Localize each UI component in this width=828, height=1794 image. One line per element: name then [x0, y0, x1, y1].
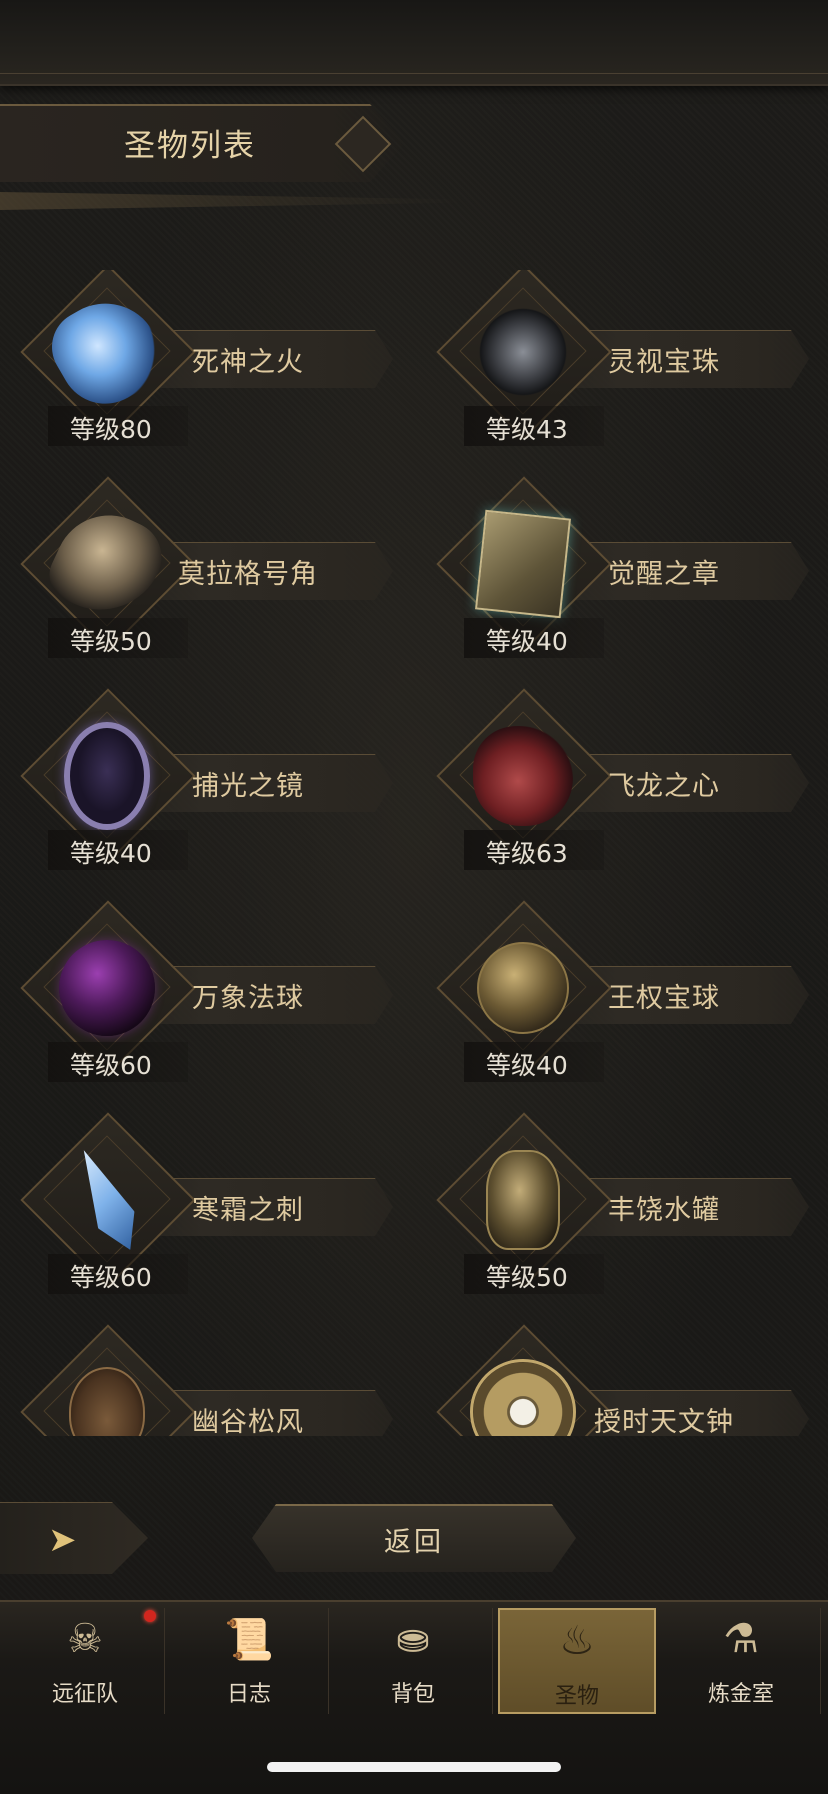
- relic-art: [53, 1358, 161, 1436]
- relic-level: 等级40: [70, 839, 152, 868]
- relic-art: [469, 1146, 577, 1254]
- astronomical-clock-icon: [470, 1359, 576, 1436]
- relic-name: 万象法球: [192, 983, 304, 1014]
- home-indicator: [267, 1762, 561, 1772]
- relic-name: 觉醒之章: [608, 559, 720, 590]
- alchemy-icon: ⚗: [723, 1616, 759, 1662]
- nav-tab[interactable]: ♨ 圣物: [498, 1608, 656, 1714]
- relic-card[interactable]: 灵视宝珠等级43: [424, 270, 814, 450]
- relic-card[interactable]: 死神之火等级80: [8, 270, 398, 450]
- relic-card[interactable]: 万象法球等级60: [8, 900, 398, 1086]
- nav-tab[interactable]: ☠ 远征队: [6, 1608, 165, 1714]
- relic-art: [40, 497, 174, 631]
- relic-card[interactable]: 丰饶水罐等级50: [424, 1112, 814, 1298]
- relic-level: 等级50: [486, 1263, 568, 1292]
- relic-level: 等级63: [486, 839, 568, 868]
- tome-icon: [475, 509, 571, 619]
- royal-orb-icon: [477, 942, 569, 1034]
- relic-name: 飞龙之心: [608, 771, 720, 802]
- relic-card[interactable]: 觉醒之章等级40: [424, 476, 814, 662]
- relic-level: 等级60: [70, 1263, 152, 1292]
- relic-level: 等级80: [70, 415, 152, 444]
- nav-tab-label: 炼金室: [707, 1682, 774, 1707]
- eye-orb-amulet-icon: [473, 302, 573, 402]
- relic-name: 授时天文钟: [594, 1407, 734, 1436]
- return-button-label: 返回: [384, 1527, 444, 1558]
- relic-level: 等级43: [486, 415, 568, 444]
- top-decor-border: [0, 0, 828, 86]
- relic-name: 灵视宝珠: [608, 347, 720, 378]
- torch-relic-icon: ♨: [559, 1618, 595, 1664]
- nav-tab-label: 圣物: [554, 1684, 599, 1709]
- relic-card[interactable]: 捕光之镜等级40: [8, 688, 398, 874]
- nav-tab-label: 远征队: [51, 1682, 118, 1707]
- nav-tab[interactable]: 📜 日志: [170, 1608, 329, 1714]
- relic-level: 等级50: [70, 627, 152, 656]
- nav-tab-label: 日志: [226, 1682, 271, 1707]
- relic-name: 捕光之镜: [192, 771, 304, 802]
- arrow-icon: ➤: [48, 1520, 77, 1560]
- relic-name: 幽谷松风: [192, 1407, 304, 1436]
- scroll-log-icon: 📜: [224, 1617, 274, 1663]
- relic-art: [469, 722, 577, 830]
- relic-card[interactable]: 寒霜之刺等级60: [8, 1112, 398, 1298]
- dragon-heart-icon: [473, 726, 573, 826]
- relic-art: [469, 934, 577, 1042]
- relic-art: [469, 1358, 577, 1436]
- page-title: 圣物列表: [124, 128, 256, 164]
- mirror-icon: [64, 722, 150, 830]
- ice-crystal-icon: [66, 1142, 149, 1259]
- relic-card[interactable]: 幽谷松风: [8, 1324, 398, 1436]
- relic-art: [38, 283, 176, 421]
- water-jar-icon: [486, 1150, 560, 1250]
- relic-level: 等级40: [486, 627, 568, 656]
- purple-sphere-icon: [59, 940, 155, 1036]
- relic-art: [469, 509, 577, 619]
- relic-art: [53, 1146, 161, 1254]
- viking-helmet-icon: ☠: [67, 1616, 103, 1662]
- relic-art: [469, 298, 577, 406]
- relic-level: 等级60: [70, 1051, 152, 1080]
- relic-card[interactable]: 王权宝球等级40: [424, 900, 814, 1086]
- relic-card[interactable]: 飞龙之心等级63: [424, 688, 814, 874]
- nav-tab[interactable]: ⚗ 炼金室: [662, 1608, 821, 1714]
- notification-badge: [144, 1610, 156, 1622]
- relic-name: 莫拉格号角: [178, 559, 318, 590]
- relic-card[interactable]: 莫拉格号角等级50: [8, 476, 398, 662]
- nav-tab-label: 背包: [390, 1682, 435, 1707]
- relic-art: [53, 934, 161, 1042]
- relic-name: 王权宝球: [608, 983, 720, 1014]
- backpack-icon: ⛂: [396, 1616, 430, 1662]
- relic-art: [53, 722, 161, 830]
- relic-name: 丰饶水罐: [608, 1195, 720, 1226]
- nav-tab[interactable]: ⛂ 背包: [334, 1608, 493, 1714]
- relic-name: 死神之火: [192, 347, 304, 378]
- relic-card[interactable]: 授时天文钟: [424, 1324, 814, 1436]
- relic-name: 寒霜之刺: [192, 1195, 304, 1226]
- lute-icon: [69, 1367, 145, 1436]
- relic-list[interactable]: 死神之火 等级80 灵视宝珠 等级43 莫拉格号角 等级50 觉醒之章 等级40 捕光之镜 等级4…: [0, 270, 828, 1436]
- relic-level: 等级40: [486, 1051, 568, 1080]
